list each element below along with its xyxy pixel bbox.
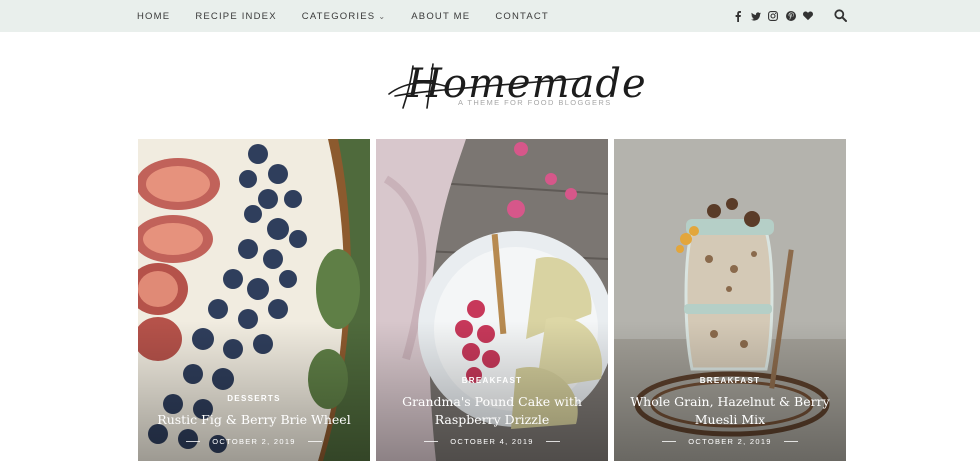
- nav-recipe-index-label: RECIPE INDEX: [195, 10, 277, 22]
- post-card-3[interactable]: BREAKFAST Whole Grain, Hazelnut & Berry …: [614, 139, 846, 461]
- post-date: OCTOBER 2, 2019: [212, 437, 296, 446]
- facebook-icon[interactable]: [733, 10, 743, 22]
- top-bar: HOME RECIPE INDEX CATEGORIES ⌄ ABOUT ME C…: [0, 0, 980, 32]
- post-category[interactable]: BREAKFAST: [614, 376, 846, 385]
- nav-recipe-index[interactable]: RECIPE INDEX: [195, 11, 276, 22]
- divider-line: [424, 441, 439, 442]
- heart-icon[interactable]: [803, 11, 813, 21]
- post-date-row: OCTOBER 2, 2019: [614, 437, 846, 446]
- nav-categories-label: CATEGORIES: [301, 10, 376, 22]
- logo-tagline: A THEME FOR FOOD BLOGGERS: [458, 98, 612, 107]
- instagram-icon[interactable]: [768, 11, 778, 21]
- post-date: OCTOBER 2, 2019: [688, 437, 772, 446]
- nav-about-me[interactable]: ABOUT ME: [411, 11, 470, 22]
- divider-line: [783, 441, 798, 442]
- nav-categories[interactable]: CATEGORIES ⌄: [302, 11, 387, 22]
- main-nav: HOME RECIPE INDEX CATEGORIES ⌄ ABOUT ME C…: [137, 0, 574, 32]
- divider-line: [662, 441, 677, 442]
- post-title[interactable]: Grandma's Pound Cake with Raspberry Driz…: [388, 393, 596, 429]
- social-links: [733, 0, 821, 32]
- nav-home-label: HOME: [137, 10, 171, 22]
- twitter-icon[interactable]: [750, 11, 761, 21]
- nav-home[interactable]: HOME: [137, 11, 170, 22]
- nav-contact-label: CONTACT: [495, 10, 549, 22]
- post-date: OCTOBER 4, 2019: [450, 437, 534, 446]
- pinterest-icon[interactable]: [785, 11, 796, 21]
- nav-contact[interactable]: CONTACT: [495, 11, 549, 22]
- post-card-1[interactable]: DESSERTS Rustic Fig & Berry Brie Wheel O…: [138, 139, 370, 461]
- divider-line: [307, 441, 322, 442]
- post-title[interactable]: Rustic Fig & Berry Brie Wheel: [150, 411, 358, 429]
- post-date-row: OCTOBER 2, 2019: [138, 437, 370, 446]
- search-icon[interactable]: [834, 9, 847, 22]
- post-date-row: OCTOBER 4, 2019: [376, 437, 608, 446]
- post-title[interactable]: Whole Grain, Hazelnut & Berry Muesli Mix: [626, 393, 834, 429]
- post-category[interactable]: BREAKFAST: [376, 376, 608, 385]
- chevron-down-icon: ⌄: [378, 11, 387, 21]
- divider-line: [545, 441, 560, 442]
- nav-about-me-label: ABOUT ME: [411, 10, 471, 22]
- post-category[interactable]: DESSERTS: [138, 394, 370, 403]
- divider-line: [186, 441, 201, 442]
- post-card-2[interactable]: BREAKFAST Grandma's Pound Cake with Rasp…: [376, 139, 608, 461]
